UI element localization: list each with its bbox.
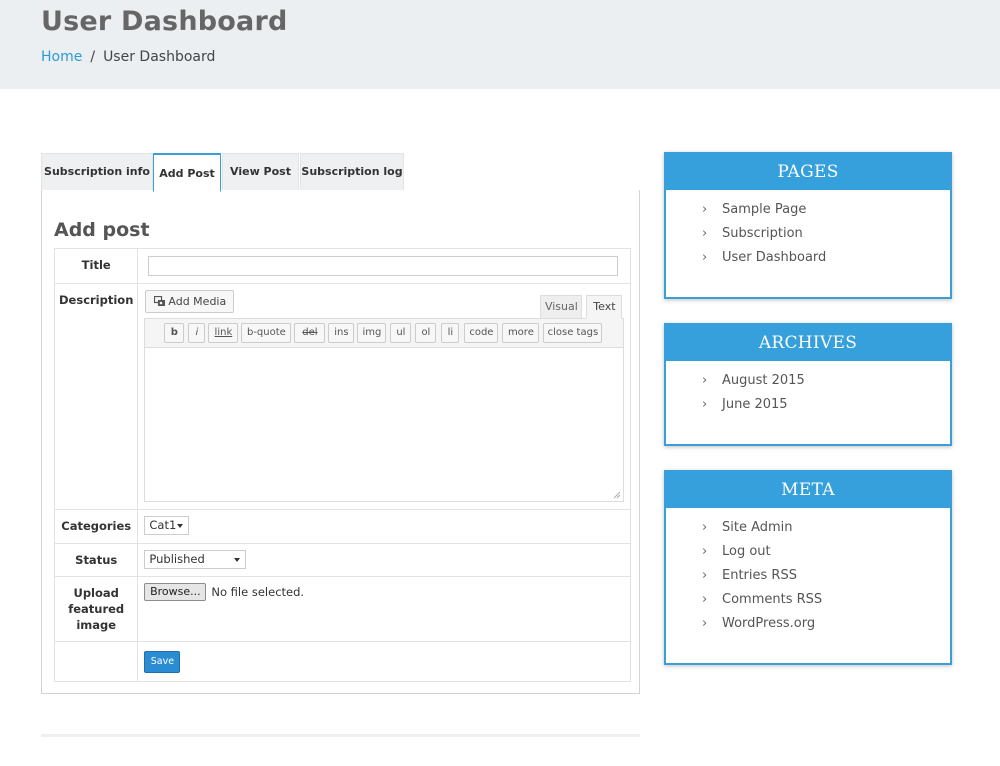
meta-link-log-out[interactable]: › Log out: [702, 540, 950, 564]
categories-select[interactable]: Cat1: [144, 516, 190, 535]
meta-widget-title: META: [666, 472, 950, 508]
file-input: Browse... No file selected.: [144, 583, 624, 601]
save-row: Save: [53, 641, 632, 682]
add-media-button[interactable]: Add Media: [145, 290, 235, 313]
editor-tab-text[interactable]: Text: [586, 295, 623, 319]
archives-widget-title: ARCHIVES: [666, 325, 950, 361]
meta-link-comments-rss[interactable]: › Comments RSS: [702, 588, 950, 612]
description-row: Description Add Media Visual Text b i li…: [53, 283, 632, 510]
breadcrumb-current: User Dashboard: [103, 49, 216, 65]
pages-widget: PAGES › Sample Page › Subscription › User D…: [664, 152, 952, 299]
quicktag-li-button[interactable]: li: [441, 323, 460, 343]
description-textarea[interactable]: [144, 347, 625, 502]
status-select[interactable]: Published: [144, 550, 247, 569]
description-label: Description: [53, 283, 139, 510]
no-file-selected-text: No file selected.: [211, 585, 305, 599]
quicktag-ul-button[interactable]: ul: [390, 323, 412, 343]
quicktag-ins-button[interactable]: ins: [328, 323, 355, 343]
chevron-right-icon: ›: [702, 592, 708, 607]
pages-link-subscription[interactable]: › Subscription: [702, 222, 950, 246]
quicktag-bold-button[interactable]: b: [164, 323, 185, 343]
page-title: User Dashboard: [41, 6, 288, 37]
meta-widget: META › Site Admin › Log out › Entries RSS ›…: [664, 470, 952, 665]
meta-link-site-admin[interactable]: › Site Admin: [702, 516, 950, 540]
tab-view-post[interactable]: View Post: [222, 153, 299, 191]
add-media-label: Add Media: [168, 295, 227, 308]
chevron-right-icon: ›: [702, 202, 708, 217]
archive-link-june-2015[interactable]: › June 2015: [702, 393, 950, 417]
save-button[interactable]: Save: [144, 651, 181, 673]
status-selected-value: Published: [149, 552, 205, 566]
archives-widget: ARCHIVES › August 2015 › June 2015: [664, 323, 952, 446]
chevron-right-icon: ›: [702, 520, 708, 535]
quicktag-italic-button[interactable]: i: [188, 323, 206, 343]
chevron-right-icon: ›: [702, 373, 708, 388]
chevron-right-icon: ›: [702, 568, 708, 583]
content-divider: [41, 734, 640, 737]
chevron-right-icon: ›: [702, 226, 708, 241]
post-editor: Add Media Visual Text b i link b-quote d…: [144, 290, 625, 502]
chevron-right-icon: ›: [702, 544, 708, 559]
meta-link-wordpress-org[interactable]: › WordPress.org: [702, 612, 950, 636]
quicktag-link-button[interactable]: link: [208, 323, 239, 343]
pages-link-user-dashboard[interactable]: › User Dashboard: [702, 246, 950, 270]
chevron-right-icon: ›: [702, 616, 708, 631]
add-post-heading: Add post: [54, 219, 150, 241]
pages-link-sample-page[interactable]: › Sample Page: [702, 198, 950, 222]
quicktag-code-button[interactable]: code: [464, 323, 499, 343]
tab-subscription-log[interactable]: Subscription log: [300, 153, 404, 191]
quicktag-bquote-button[interactable]: b-quote: [241, 323, 292, 343]
categories-selected-value: Cat1: [149, 518, 177, 532]
editor-tab-visual[interactable]: Visual: [540, 295, 583, 319]
breadcrumb: Home / User Dashboard: [41, 49, 215, 65]
archive-link-august-2015[interactable]: › August 2015: [702, 369, 950, 393]
add-post-form: Title Description Add Media Visual Text …: [53, 248, 632, 682]
pages-widget-title: PAGES: [666, 154, 950, 190]
categories-label: Categories: [53, 509, 139, 544]
title-label: Title: [53, 248, 139, 284]
quicktag-ol-button[interactable]: ol: [415, 323, 437, 343]
status-row: Status Published: [53, 543, 632, 577]
upload-row: Upload featured image Browse... No file …: [53, 576, 632, 642]
categories-row: Categories Cat1: [53, 509, 632, 544]
breadcrumb-separator: /: [90, 49, 96, 65]
chevron-right-icon: ›: [702, 250, 708, 265]
quicktag-del-button[interactable]: del: [294, 323, 326, 343]
media-icon: [154, 296, 166, 306]
resize-grip-icon[interactable]: [613, 491, 621, 499]
breadcrumb-home-link[interactable]: Home: [41, 49, 82, 65]
browse-button[interactable]: Browse...: [144, 583, 207, 601]
quicktag-more-button[interactable]: more: [502, 323, 540, 343]
page-header: User Dashboard Home / User Dashboard: [0, 0, 1000, 89]
quicktag-close-tags-button[interactable]: close tags: [543, 323, 603, 343]
quicktags-toolbar: b i link b-quote del ins img ul ol li co…: [144, 318, 625, 348]
chevron-down-icon: [234, 558, 241, 562]
upload-featured-image-label: Upload featured image: [53, 576, 139, 642]
chevron-right-icon: ›: [702, 397, 708, 412]
meta-link-entries-rss[interactable]: › Entries RSS: [702, 564, 950, 588]
title-input[interactable]: [148, 256, 619, 276]
title-row: Title: [53, 248, 632, 284]
tab-add-post[interactable]: Add Post: [153, 153, 221, 192]
chevron-down-icon: [177, 524, 184, 528]
status-label: Status: [53, 543, 139, 577]
quicktag-img-button[interactable]: img: [357, 323, 387, 343]
tab-subscription-info[interactable]: Subscription info: [41, 153, 153, 191]
